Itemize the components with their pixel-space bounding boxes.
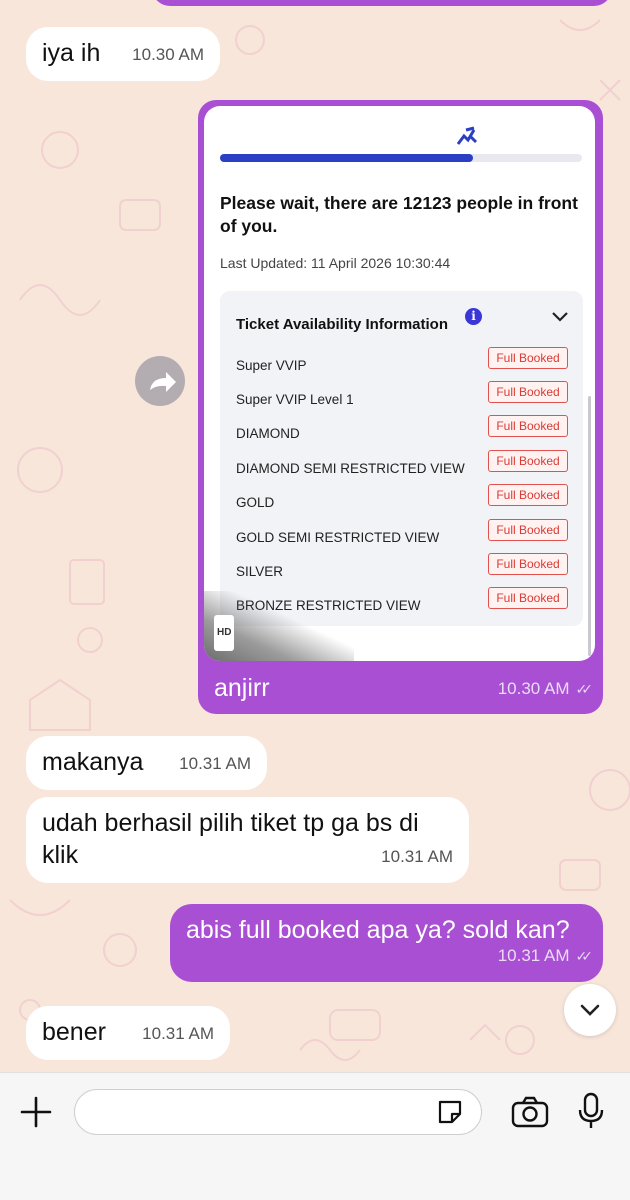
message-time: 10.30 AM (132, 45, 204, 64)
camera-icon[interactable] (510, 1095, 550, 1129)
message-meta: 10.30 AM ✓✓ (497, 673, 594, 705)
message-text: udah berhasil pilih tiket tp ga bs di kl… (42, 809, 419, 869)
ticket-category: DIAMOND SEMI RESTRICTED VIEW (236, 461, 465, 476)
status-badge: Full Booked (488, 484, 568, 506)
ticket-row: SILVER Full Booked (236, 553, 568, 579)
chevron-down-icon[interactable] (551, 311, 569, 323)
ticket-row: DIAMOND Full Booked (236, 415, 568, 441)
hd-badge: HD (214, 615, 235, 651)
ticket-category: GOLD SEMI RESTRICTED VIEW (236, 530, 440, 545)
queue-progress-fill (220, 154, 474, 162)
message-time: 10.31 AM (497, 946, 570, 965)
running-person-icon (456, 126, 478, 145)
screenshot-scrollbar (588, 396, 591, 656)
scroll-to-bottom-button[interactable] (564, 984, 616, 1036)
forward-button[interactable] (135, 356, 185, 406)
message-time: 10.31 AM (179, 754, 251, 773)
image-caption: anjirr (214, 674, 270, 702)
ticket-row: DIAMOND SEMI RESTRICTED VIEW Full Booked (236, 450, 568, 476)
message-incoming[interactable]: makanya 10.31 AM (26, 736, 267, 790)
forward-icon (150, 372, 176, 392)
message-incoming[interactable]: iya ih 10.30 AM (26, 27, 220, 81)
status-badge: Full Booked (488, 415, 568, 437)
previous-message-bubble[interactable] (152, 0, 612, 6)
message-outgoing-image[interactable]: Please wait, there are 12123 people in f… (198, 100, 603, 714)
ticket-row: GOLD Full Booked (236, 484, 568, 510)
message-text: bener (42, 1018, 106, 1046)
composer-bar (0, 1072, 630, 1200)
status-badge: Full Booked (488, 450, 568, 472)
status-badge: Full Booked (488, 553, 568, 575)
status-badge: Full Booked (488, 381, 568, 403)
plus-icon[interactable] (18, 1094, 54, 1130)
info-icon[interactable]: i (465, 308, 482, 325)
ticket-screenshot[interactable]: Please wait, there are 12123 people in f… (204, 106, 595, 661)
message-meta: 10.31 AM ✓✓ (497, 940, 594, 972)
message-text: makanya (42, 748, 144, 776)
ticket-availability-panel: Ticket Availability Information i Super … (220, 291, 583, 626)
message-time: 10.31 AM (381, 847, 453, 866)
panel-title: Ticket Availability Information (236, 316, 448, 333)
ticket-category: SILVER (236, 564, 284, 579)
queue-progress-bar (220, 154, 582, 162)
status-badge: Full Booked (488, 347, 568, 369)
read-ticks-icon: ✓✓ (575, 681, 594, 697)
ticket-category: DIAMOND (236, 426, 300, 441)
chevron-down-icon (580, 1004, 600, 1016)
microphone-icon[interactable] (576, 1091, 606, 1131)
message-outgoing[interactable]: abis full booked apa ya? sold kan? 10.31… (170, 904, 603, 982)
queue-wait-text: Please wait, there are 12123 people in f… (220, 193, 578, 236)
ticket-row: Super VVIP Level 1 Full Booked (236, 381, 568, 407)
read-ticks-icon: ✓✓ (575, 948, 594, 964)
message-incoming[interactable]: udah berhasil pilih tiket tp ga bs di kl… (26, 797, 469, 883)
message-input[interactable] (74, 1089, 482, 1135)
ticket-row: Super VVIP Full Booked (236, 347, 568, 373)
last-updated-text: Last Updated: 11 April 2026 10:30:44 (220, 255, 451, 271)
message-text: iya ih (42, 39, 101, 67)
message-time: 10.30 AM (497, 679, 570, 698)
status-badge: Full Booked (488, 519, 568, 541)
status-badge: Full Booked (488, 587, 568, 609)
ticket-row: GOLD SEMI RESTRICTED VIEW Full Booked (236, 519, 568, 545)
ticket-category: Super VVIP Level 1 (236, 392, 354, 407)
message-incoming[interactable]: bener 10.31 AM (26, 1006, 230, 1060)
ticket-category: Super VVIP (236, 358, 307, 373)
message-time: 10.31 AM (142, 1024, 214, 1043)
sticker-icon[interactable] (436, 1098, 464, 1126)
ticket-category: GOLD (236, 495, 275, 510)
